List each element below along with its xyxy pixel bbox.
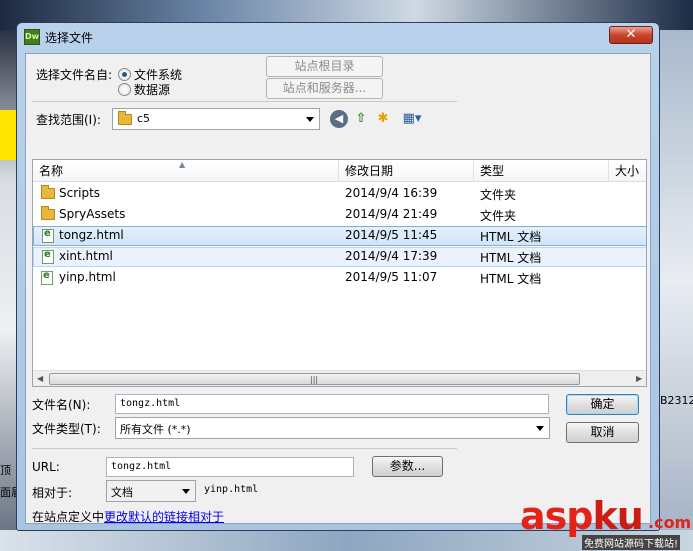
filetype-value: 所有文件 (*.*) bbox=[120, 423, 191, 436]
file-date: 2014/9/5 11:45 bbox=[345, 228, 438, 242]
back-icon[interactable]: ◀ bbox=[330, 110, 348, 128]
column-type[interactable]: 类型 bbox=[474, 160, 609, 182]
column-name[interactable]: 名称 bbox=[33, 160, 339, 182]
file-name: tongz.html bbox=[59, 228, 124, 242]
watermark-text-ku: ku bbox=[592, 494, 643, 538]
filetype-select[interactable]: 所有文件 (*.*) bbox=[115, 417, 550, 439]
background-encoding-text: B2312) bbox=[660, 394, 693, 407]
file-name: yinp.html bbox=[59, 270, 116, 284]
relative-to-value: 文档 bbox=[111, 486, 133, 499]
dialog-client-area: 选择文件名自: 文件系统 数据源 站点根目录 站点和服务器... 查找范围(I)… bbox=[25, 53, 651, 524]
watermark-text: asp bbox=[520, 494, 593, 538]
filetype-label: 文件类型(T): bbox=[32, 422, 101, 436]
radio-data-source-label[interactable]: 数据源 bbox=[134, 81, 170, 98]
file-name: Scripts bbox=[59, 186, 101, 200]
divider bbox=[32, 101, 457, 102]
file-row-selected[interactable]: tongz.html 2014/9/5 11:45 HTML 文档 bbox=[33, 226, 646, 246]
watermark-subtitle: 免费网站源码下载站! bbox=[582, 535, 681, 550]
file-type: HTML 文档 bbox=[480, 230, 542, 244]
html-file-icon bbox=[42, 228, 54, 243]
background-highlight bbox=[0, 110, 16, 160]
view-menu-icon[interactable]: ▦▾ bbox=[398, 110, 426, 128]
scroll-left-icon[interactable]: ◀ bbox=[37, 374, 43, 383]
site-note-text: 在站点定义中 bbox=[32, 510, 105, 524]
filename-label: 文件名(N): bbox=[32, 398, 91, 412]
chevron-down-icon[interactable] bbox=[178, 483, 193, 499]
radio-data-source[interactable] bbox=[118, 83, 131, 96]
divider bbox=[32, 448, 457, 449]
dialog-title: 选择文件 bbox=[45, 31, 94, 45]
chevron-down-icon[interactable] bbox=[302, 111, 317, 127]
dreamweaver-app-icon: Dw bbox=[24, 29, 40, 45]
relative-to-label: 相对于: bbox=[32, 486, 73, 500]
scroll-right-icon[interactable]: ▶ bbox=[636, 374, 642, 383]
look-in-label: 查找范围(I): bbox=[36, 113, 101, 127]
look-in-combo[interactable]: c5 bbox=[112, 108, 320, 130]
file-row[interactable]: yinp.html 2014/9/5 11:07 HTML 文档 bbox=[33, 268, 646, 288]
new-folder-icon[interactable]: ✱ bbox=[374, 110, 392, 128]
change-default-link[interactable]: 更改默认的链接相对于 bbox=[104, 508, 224, 525]
background-side-text: 顶 bbox=[0, 464, 11, 477]
file-list: 名称 ▲ 修改日期 类型 大小 Scripts 2014/9/4 16:39 文… bbox=[32, 159, 647, 387]
background-right-panel bbox=[660, 30, 693, 530]
url-label: URL: bbox=[32, 460, 60, 474]
grip-icon: ||| bbox=[310, 375, 319, 384]
file-type: HTML 文档 bbox=[480, 272, 542, 286]
file-type: 文件夹 bbox=[480, 209, 517, 223]
file-date: 2014/9/4 16:39 bbox=[345, 186, 438, 200]
file-type: 文件夹 bbox=[480, 188, 517, 202]
background-left-panel bbox=[0, 30, 16, 530]
ok-button[interactable]: 确定 bbox=[566, 394, 639, 415]
file-row[interactable]: xint.html 2014/9/4 17:39 HTML 文档 bbox=[33, 247, 646, 267]
look-in-value: c5 bbox=[137, 112, 151, 125]
file-list-header: 名称 ▲ 修改日期 类型 大小 bbox=[33, 160, 646, 182]
aspku-watermark: aspku .com 免费网站源码下载站! bbox=[520, 497, 693, 551]
folder-icon bbox=[118, 111, 132, 125]
up-folder-icon[interactable]: ⇧ bbox=[352, 110, 370, 128]
title-bar[interactable]: Dw 选择文件 ✕ bbox=[17, 23, 659, 51]
file-row[interactable]: SpryAssets 2014/9/4 21:49 文件夹 bbox=[33, 205, 646, 225]
select-file-dialog: Dw 选择文件 ✕ 选择文件名自: 文件系统 数据源 站点根目录 站点和服务器.… bbox=[16, 22, 660, 531]
sort-up-icon: ▲ bbox=[179, 160, 186, 169]
relative-to-select[interactable]: 文档 bbox=[106, 480, 196, 502]
watermark-domain: .com bbox=[648, 513, 692, 532]
file-type: HTML 文档 bbox=[480, 251, 542, 265]
file-date: 2014/9/4 21:49 bbox=[345, 207, 438, 221]
sites-and-servers-button[interactable]: 站点和服务器... bbox=[266, 78, 383, 99]
site-root-button[interactable]: 站点根目录 bbox=[266, 56, 383, 77]
cancel-button[interactable]: 取消 bbox=[566, 422, 639, 443]
folder-icon bbox=[41, 185, 55, 199]
radio-file-system[interactable] bbox=[118, 68, 131, 81]
parameters-button[interactable]: 参数... bbox=[372, 456, 443, 477]
html-file-icon bbox=[41, 270, 53, 285]
file-date: 2014/9/4 17:39 bbox=[345, 249, 438, 263]
folder-icon bbox=[41, 206, 55, 220]
source-label: 选择文件名自: bbox=[36, 68, 113, 82]
scrollbar-thumb[interactable]: ||| bbox=[49, 373, 580, 385]
file-name: SpryAssets bbox=[59, 207, 126, 221]
chevron-down-icon[interactable] bbox=[532, 420, 547, 436]
relative-file-name: yinp.html bbox=[204, 484, 259, 495]
column-size[interactable]: 大小 bbox=[609, 160, 646, 182]
horizontal-scrollbar[interactable]: ◀ ||| ▶ bbox=[33, 370, 646, 386]
html-file-icon bbox=[42, 249, 54, 264]
filename-input[interactable]: tongz.html bbox=[115, 394, 549, 414]
file-name: xint.html bbox=[59, 249, 113, 263]
file-row[interactable]: Scripts 2014/9/4 16:39 文件夹 bbox=[33, 184, 646, 204]
close-button[interactable]: ✕ bbox=[609, 26, 653, 44]
close-icon: ✕ bbox=[625, 27, 637, 42]
file-date: 2014/9/5 11:07 bbox=[345, 270, 438, 284]
url-input[interactable]: tongz.html bbox=[106, 457, 354, 477]
column-date[interactable]: 修改日期 bbox=[339, 160, 474, 182]
